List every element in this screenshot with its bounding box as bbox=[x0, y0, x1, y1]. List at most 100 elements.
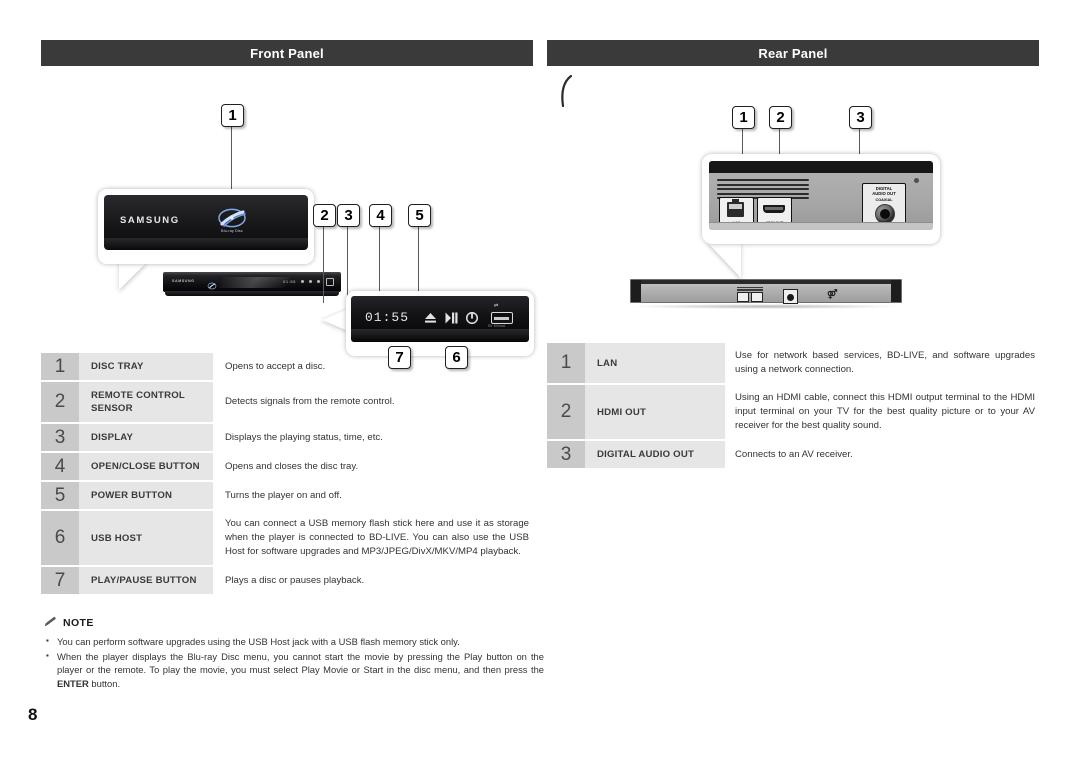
row-label: HDMI OUT bbox=[585, 385, 725, 439]
callout-2: 2 bbox=[769, 106, 792, 129]
row-description: Displays the playing status, time, etc. bbox=[213, 424, 533, 451]
front-panel-illustration: 1 SAMSUNG Blu-ray Disc SAMSUNG 01:55 2 3… bbox=[41, 66, 534, 369]
player-front-face: SAMSUNG 01:55 bbox=[163, 272, 341, 292]
blu-ray-disc-logo: Blu-ray Disc bbox=[212, 208, 252, 238]
player-eject-button bbox=[301, 280, 304, 283]
front-panel-spec-table: 1 DISC TRAY Opens to accept a disc. 2 RE… bbox=[41, 351, 533, 596]
leader-line-1 bbox=[231, 125, 233, 190]
note-item-text-tail: button. bbox=[88, 677, 121, 689]
callout-1: 1 bbox=[221, 104, 244, 127]
note-block: NOTE You can perform software upgrades u… bbox=[44, 616, 544, 691]
player-rear-unit: ⚤ bbox=[630, 279, 902, 307]
eject-icon bbox=[424, 311, 437, 329]
front-panel-column: Front Panel 1 SAMSUNG Blu-ray Disc SAMSU… bbox=[41, 40, 534, 596]
manual-page: Front Panel 1 SAMSUNG Blu-ray Disc SAMSU… bbox=[0, 0, 1080, 761]
front-display-closeup: 01:55 ⇄ 5V 500mA bbox=[346, 291, 534, 356]
row-label: DISC TRAY bbox=[79, 353, 213, 380]
player-bd-logo bbox=[207, 277, 217, 290]
rear-panel-column: Rear Panel 1 2 3 LAN bbox=[547, 40, 1039, 470]
row-description: Using an HDMI cable, connect this HDMI o… bbox=[725, 385, 1039, 439]
row-description: Turns the player on and off. bbox=[213, 482, 533, 509]
rear-panel-bottom-edge bbox=[709, 222, 933, 230]
rear-panel-section-header: Rear Panel bbox=[547, 40, 1039, 66]
row-description: Use for network based services, BD-LIVE,… bbox=[725, 343, 1039, 383]
rj45-icon bbox=[727, 199, 744, 217]
table-row: 2 REMOTE CONTROL SENSOR Detects signals … bbox=[41, 382, 533, 422]
note-header: NOTE bbox=[44, 616, 544, 630]
hdmi-connector-icon bbox=[763, 205, 785, 213]
rear-panel-face: LAN HDMI OUT DIGITAL AUDIO OUT COAXIAL bbox=[709, 161, 933, 230]
vent-grille bbox=[717, 179, 809, 200]
table-row: 4 OPEN/CLOSE BUTTON Opens and closes the… bbox=[41, 453, 533, 480]
rear-right-end bbox=[891, 280, 901, 302]
power-cable bbox=[561, 74, 573, 108]
row-description: Detects signals from the remote control. bbox=[213, 382, 533, 422]
blu-ray-disc-logo-text: Blu-ray Disc bbox=[221, 229, 243, 233]
row-label: REMOTE CONTROL SENSOR bbox=[79, 382, 213, 422]
note-item-bold: ENTER bbox=[57, 677, 89, 689]
leader-line-3 bbox=[347, 225, 349, 303]
rear-unit-safety-mark: ⚤ bbox=[827, 289, 838, 299]
rear-unit-lan-port bbox=[737, 292, 749, 302]
row-number: 2 bbox=[41, 382, 79, 422]
note-items: You can perform software upgrades using … bbox=[44, 634, 544, 691]
display-bubble-tail bbox=[322, 309, 348, 331]
front-panel-section-header: Front Panel bbox=[41, 40, 533, 66]
row-description: Opens and closes the disc tray. bbox=[213, 453, 533, 480]
player-play-pause-button bbox=[309, 280, 312, 283]
table-row: 2 HDMI OUT Using an HDMI cable, connect … bbox=[547, 385, 1039, 439]
rear-panel-spec-table: 1 LAN Use for network based services, BD… bbox=[547, 341, 1039, 470]
row-description: Opens to accept a disc. bbox=[213, 353, 533, 380]
coaxial-jack-icon bbox=[875, 204, 895, 224]
note-item-text: You can perform software upgrades using … bbox=[57, 636, 460, 647]
list-item: When the player displays the Blu-ray Dis… bbox=[44, 649, 544, 691]
coax-label-line2: COAXIAL bbox=[875, 198, 893, 202]
player-usb-port bbox=[326, 278, 334, 286]
row-number: 3 bbox=[41, 424, 79, 451]
front-display-face: 01:55 ⇄ 5V 500mA bbox=[351, 296, 529, 342]
row-description: You can connect a USB memory flash stick… bbox=[213, 511, 533, 565]
callout-4: 4 bbox=[369, 204, 392, 227]
samsung-logo: SAMSUNG bbox=[120, 215, 180, 226]
player-power-button bbox=[317, 280, 320, 283]
disc-tray-face: SAMSUNG Blu-ray Disc bbox=[104, 195, 308, 250]
vfd-display-value: 01:55 bbox=[365, 310, 410, 325]
table-row: 7 PLAY/PAUSE BUTTON Plays a disc or paus… bbox=[41, 567, 533, 594]
pencil-icon bbox=[44, 616, 57, 630]
row-description: Plays a disc or pauses playback. bbox=[213, 567, 533, 594]
disc-tray-closeup: SAMSUNG Blu-ray Disc bbox=[98, 189, 314, 264]
usb-port bbox=[491, 312, 513, 324]
rear-left-end bbox=[631, 280, 641, 302]
callout-2: 2 bbox=[313, 204, 336, 227]
callout-3: 3 bbox=[337, 204, 360, 227]
rear-unit-coax-port bbox=[783, 289, 798, 304]
table-row: 5 POWER BUTTON Turns the player on and o… bbox=[41, 482, 533, 509]
row-label: PLAY/PAUSE BUTTON bbox=[79, 567, 213, 594]
rear-bubble-tail bbox=[707, 242, 741, 278]
callout-6: 6 bbox=[445, 346, 468, 369]
player-samsung-logo: SAMSUNG bbox=[172, 279, 195, 283]
player-display: 01:55 bbox=[283, 279, 297, 284]
leader-line-2 bbox=[323, 225, 325, 303]
list-item: You can perform software upgrades using … bbox=[44, 634, 544, 649]
row-label: OPEN/CLOSE BUTTON bbox=[79, 453, 213, 480]
note-item-text: When the player displays the Blu-ray Dis… bbox=[57, 650, 544, 676]
table-row: 6 USB HOST You can connect a USB memory … bbox=[41, 511, 533, 565]
player-base bbox=[165, 291, 339, 296]
row-number: 2 bbox=[547, 385, 585, 439]
rear-ports-closeup: LAN HDMI OUT DIGITAL AUDIO OUT COAXIAL bbox=[702, 154, 940, 244]
play-pause-icon bbox=[445, 311, 458, 329]
row-number: 3 bbox=[547, 441, 585, 468]
note-title: NOTE bbox=[63, 617, 94, 629]
usb-symbol-icon: ⇄ bbox=[494, 303, 499, 309]
coax-audioout-text: AUDIO OUT bbox=[872, 191, 896, 196]
row-label: POWER BUTTON bbox=[79, 482, 213, 509]
callout-7: 7 bbox=[388, 346, 411, 369]
player-rear-face: ⚤ bbox=[630, 279, 902, 304]
power-icon bbox=[465, 311, 479, 329]
front-bubble-tail bbox=[119, 262, 147, 290]
rear-panel-illustration: 1 2 3 LAN bbox=[547, 66, 1039, 341]
row-label: USB HOST bbox=[79, 511, 213, 565]
table-row: 3 DISPLAY Displays the playing status, t… bbox=[41, 424, 533, 451]
rear-panel-title: Rear Panel bbox=[758, 45, 828, 61]
